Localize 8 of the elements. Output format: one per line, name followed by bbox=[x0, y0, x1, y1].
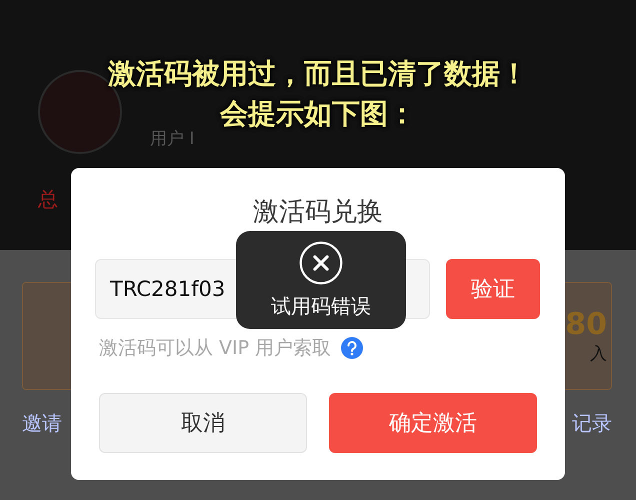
user-id-label: 用户 I bbox=[150, 128, 194, 150]
toast-message: 试用码错误 bbox=[271, 292, 371, 320]
hint-text: 激活码可以从 VIP 用户索取 bbox=[99, 336, 332, 361]
card-caption: 入 bbox=[590, 343, 607, 365]
annotation-text: 会提示如下图： bbox=[220, 96, 416, 132]
notice-text: 总 bbox=[38, 186, 58, 213]
dialog-title: 激活码兑换 bbox=[252, 196, 384, 229]
annotation-text: 激活码被用过，而且已清了数据！ bbox=[108, 56, 528, 92]
